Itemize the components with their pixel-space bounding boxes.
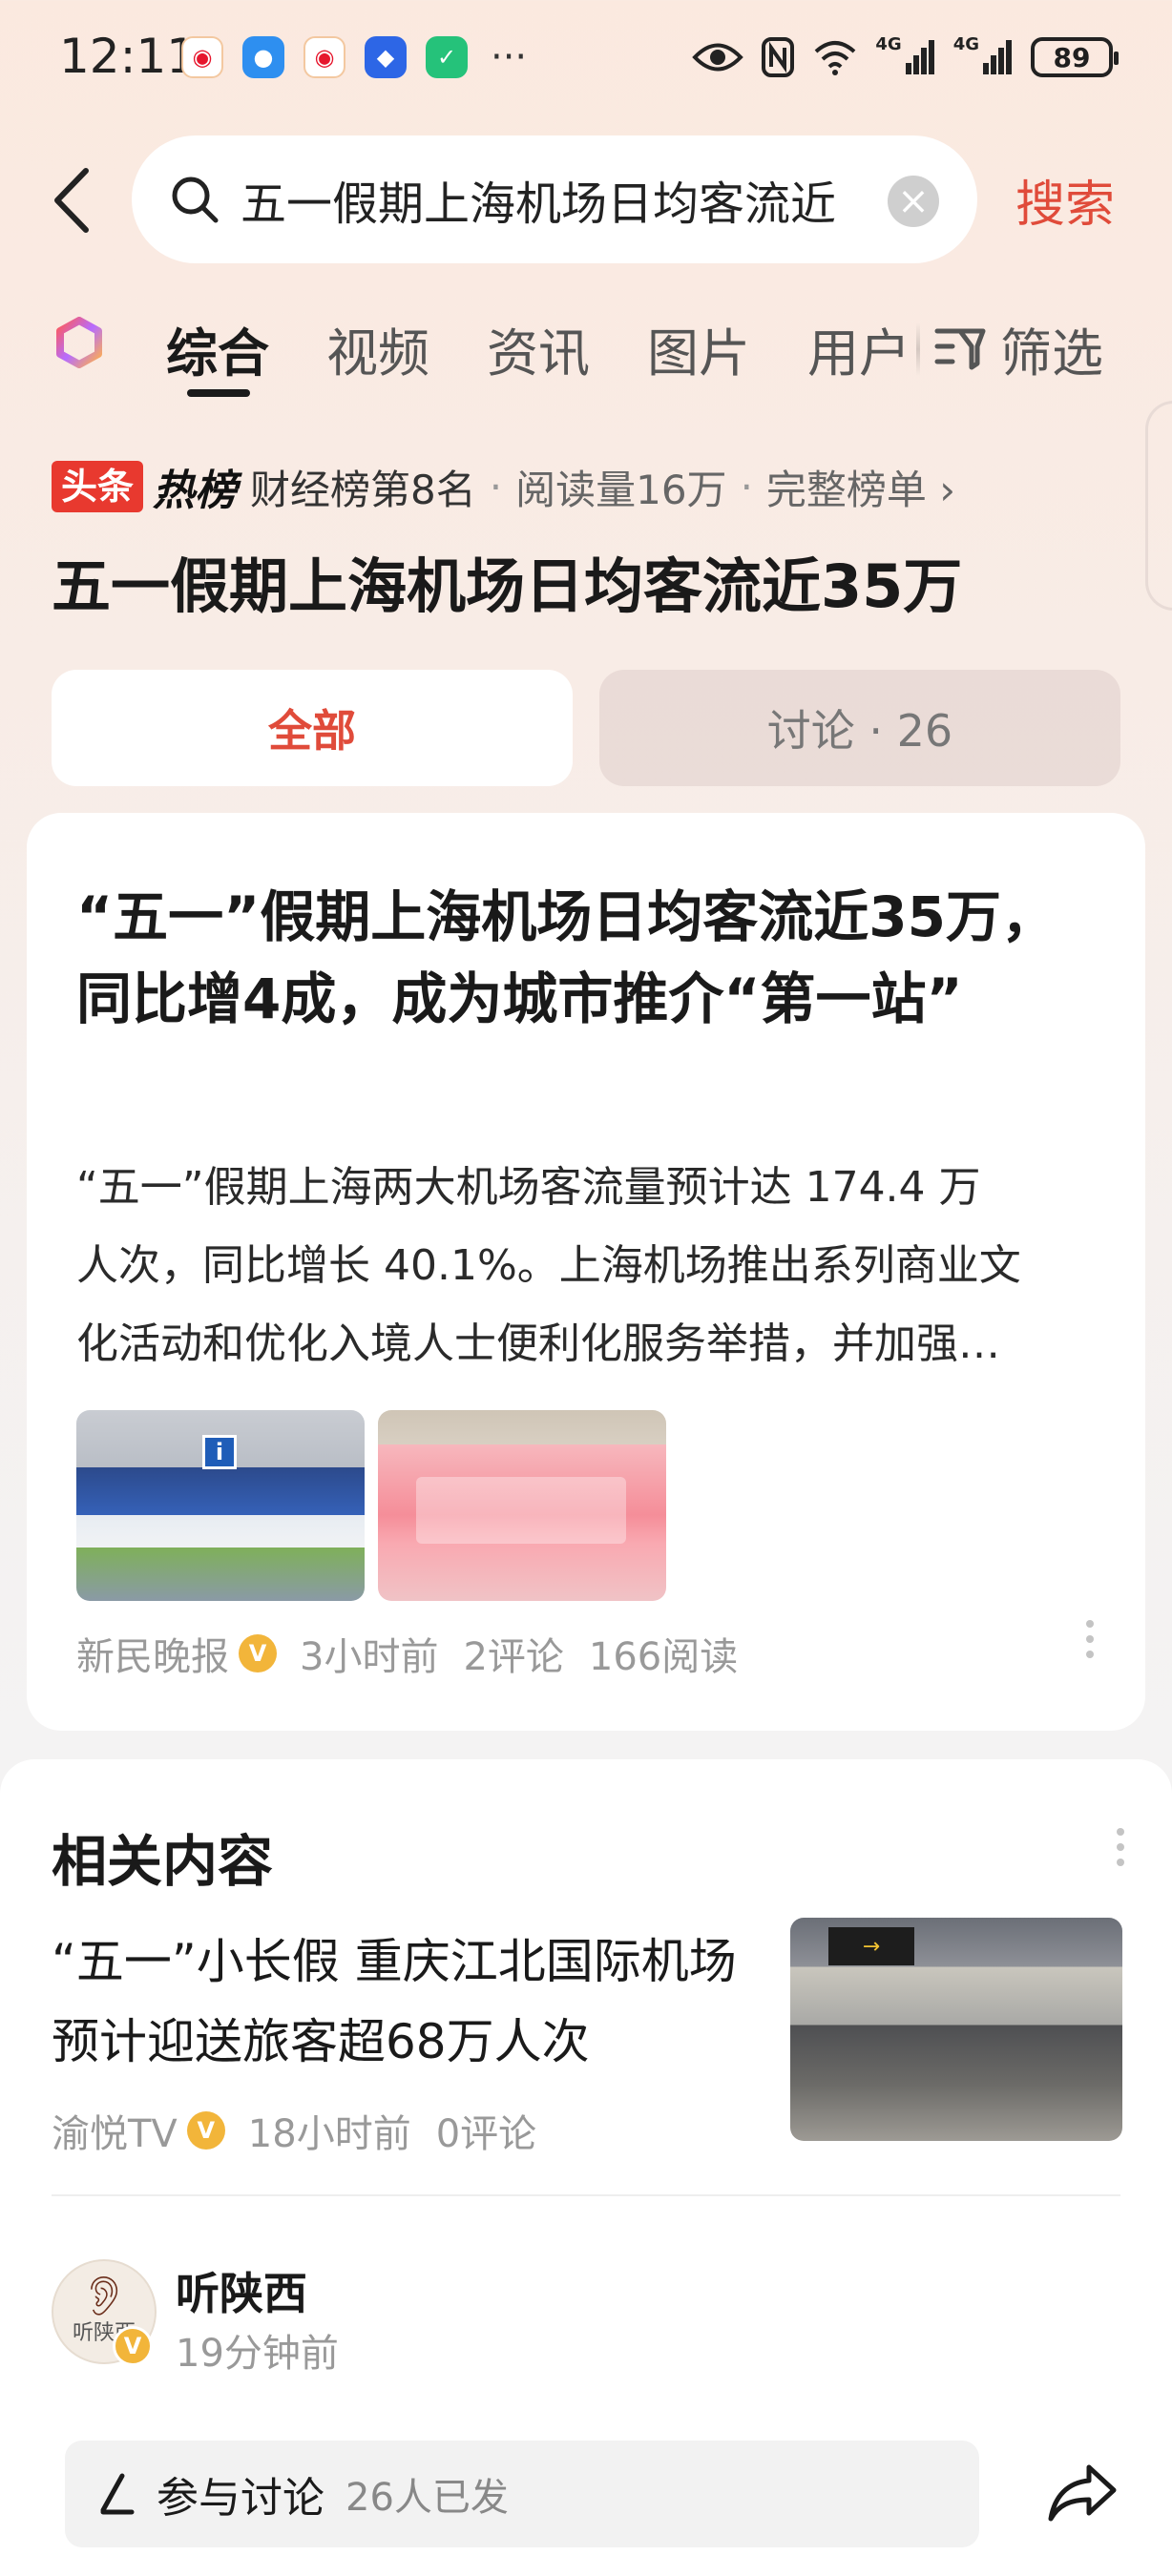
more-notifications-icon: ··· [491,35,528,79]
related-item-image[interactable]: → [790,1918,1122,2141]
back-button[interactable] [50,157,107,243]
battery-icon: 89 [1031,37,1119,77]
tab-images[interactable]: 图片 [647,311,750,386]
more-options-icon[interactable] [1086,1620,1098,1658]
app-logo-icon [56,317,102,368]
comment-count: 0评论 [435,2112,537,2156]
article-summary: “五一”假期上海两大机场客流量预计达 174.4 万 人次，同比增长 40.1%… [76,1149,1107,1383]
segment-all[interactable]: 全部 [52,670,573,786]
filter-label: 筛选 [1000,323,1103,384]
battery-level: 89 [1053,41,1091,73]
info-sign-icon: i [202,1435,237,1469]
read-count: 166阅读 [588,1635,739,1679]
network-type-label: 4G [952,34,979,54]
discussion-label: 参与讨论 [157,2474,324,2523]
nfc-icon [761,34,795,80]
category-tabs: 综合 视频 资讯 图片 用户 筛选 [0,301,1172,397]
security-app-icon: ✓ [426,36,468,78]
wifi-icon [812,34,858,80]
search-input[interactable]: 五一假期上海机场日均客流近 × [132,135,977,263]
chevron-left-icon [54,168,89,233]
toutiao-badge: 头条 [52,461,144,512]
related-item-title[interactable]: “五一”小长假 重庆江北国际机场预计迎送旅客超68万人次 [52,1922,777,2082]
tab-news[interactable]: 资讯 [487,311,590,386]
verified-icon: V [186,2111,225,2150]
share-icon [1048,2464,1117,2522]
shield-app-icon: ◆ [365,36,407,78]
author-name[interactable]: 听陕西 [176,2259,307,2322]
status-bar: 12:11 ◉ ● ◉ ◆ ✓ ··· 4G 4G 89 [0,0,1172,114]
search-button[interactable]: 搜索 [1015,164,1115,236]
active-tab-indicator [187,389,250,397]
search-query[interactable]: 五一假期上海机场日均客流近 [241,166,851,233]
system-icons: 4G 4G 89 [692,34,1119,80]
side-panel-handle[interactable] [1145,401,1172,611]
share-button[interactable] [1040,2450,1126,2536]
pen-icon [100,2473,135,2515]
search-icon [172,177,219,223]
filter-icon [934,328,986,369]
separator-dot: · [740,463,753,510]
close-icon: × [897,179,930,223]
article-card[interactable]: “五一”假期上海机场日均客流近35万，同比增4成，成为城市推介“第一站” “五一… [27,813,1145,1731]
tab-video[interactable]: 视频 [326,311,429,386]
notification-icons: ◉ ● ◉ ◆ ✓ ··· [181,36,527,78]
tab-comprehensive[interactable]: 综合 [166,311,269,386]
ear-icon: 👂︎ [79,2275,129,2318]
read-count: 阅读量16万 [515,466,727,513]
segment-discussion[interactable]: 讨论 · 26 [599,670,1120,786]
section-title: 相关内容 [52,1829,274,1894]
post-time: 19分钟前 [176,2332,339,2376]
bottom-bar: 参与讨论 26人已发 [0,2421,1172,2576]
tab-users[interactable]: 用户 [807,311,910,386]
signal-icon-1: 4G [875,34,935,80]
weibo-icon-2: ◉ [303,36,345,78]
comment-count: 2评论 [463,1635,564,1679]
publish-time: 18小时前 [247,2112,411,2156]
weibo-icon: ◉ [181,36,223,78]
article-meta: 新民晚报 V 3小时前 2评论 166阅读 [76,1626,738,1681]
source-name[interactable]: 渝悦TV [52,2103,178,2158]
article-title[interactable]: “五一”假期上海机场日均客流近35万，同比增4成，成为城市推介“第一站” [76,876,1088,1040]
verified-icon: V [239,1634,277,1672]
related-item-meta: 渝悦TV V 18小时前 0评论 [52,2103,536,2158]
summary-line: 化活动和优化入境人士便利化服务举措，并加强… [76,1319,1000,1368]
summary-line: “五一”假期上海两大机场客流量预计达 174.4 万 [76,1163,981,1212]
filter-button[interactable]: 筛选 [933,311,1103,386]
verified-icon: V [113,2326,153,2366]
divider [52,2194,1120,2196]
discussion-count: 26人已发 [345,2476,509,2520]
airport-sign: → [828,1927,914,1965]
article-image-1[interactable]: i [76,1410,365,1601]
publish-time: 3小时前 [300,1635,439,1679]
hot-list-info: 头条 热榜 财经榜第8名 · 阅读量16万 · 完整榜单 › [52,456,955,517]
network-type-label: 4G [875,34,902,54]
hot-list-badge: 热榜 [153,467,238,515]
full-list-link[interactable]: 完整榜单 › [766,458,955,516]
divider [916,322,920,376]
discussion-input[interactable]: 参与讨论 26人已发 [65,2441,979,2547]
source-name[interactable]: 新民晚报 [76,1626,229,1681]
separator-dot: · [489,463,503,510]
status-time: 12:11 [59,29,198,84]
hot-rank: 财经榜第8名 [250,466,476,513]
eye-icon [692,34,744,80]
article-image-2[interactable] [378,1410,666,1601]
event-banner [416,1477,626,1544]
message-icon: ● [242,36,284,78]
more-options-icon[interactable] [1117,1828,1124,1866]
summary-line: 人次，同比增长 40.1%。上海机场推出系列商业文 [76,1241,1021,1290]
topic-title[interactable]: 五一假期上海机场日均客流近35万 [52,538,962,624]
clear-search-button[interactable]: × [888,176,939,227]
signal-icon-2: 4G [953,34,1014,80]
